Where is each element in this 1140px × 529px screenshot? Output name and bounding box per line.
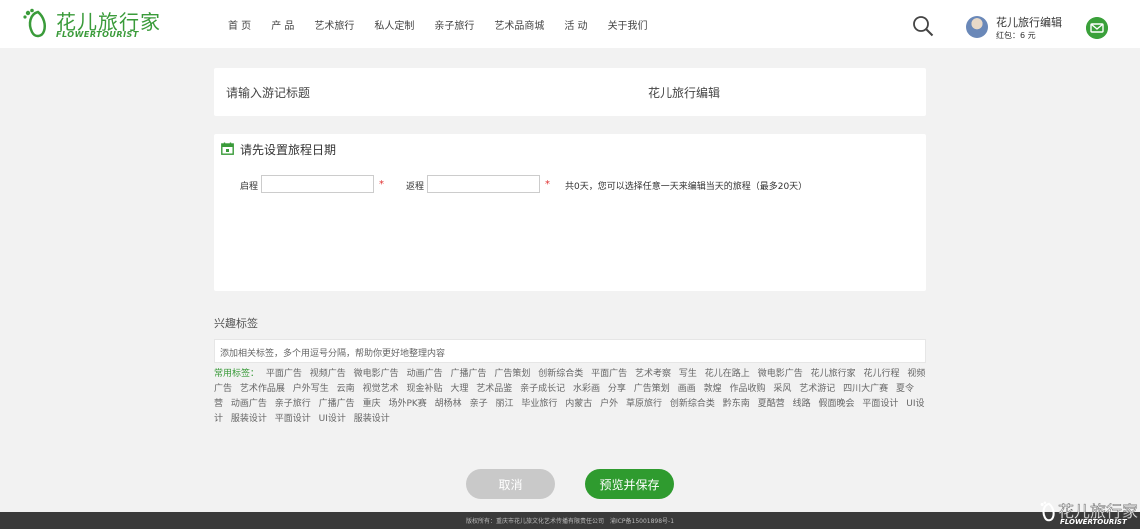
nav-about[interactable]: 关于我们: [608, 17, 648, 32]
common-tag[interactable]: 平面广告: [266, 369, 302, 379]
common-tag[interactable]: 草原旅行: [626, 399, 662, 409]
footer-footprint-icon: [1040, 501, 1055, 522]
nav-art-travel[interactable]: 艺术旅行: [314, 17, 354, 32]
main-nav: 首 页 产 品 艺术旅行 私人定制 亲子旅行 艺术品商城 活 动 关于我们: [228, 0, 668, 48]
footer: 版权所有：重庆市花儿旅文化艺术传播有限责任公司 渝ICP备15001898号-1: [0, 512, 1140, 529]
common-tag[interactable]: 云南: [337, 384, 355, 394]
search-icon[interactable]: [912, 15, 934, 37]
common-tag[interactable]: 作品收购: [729, 384, 765, 394]
common-tag[interactable]: 创新综合类: [670, 399, 715, 409]
common-tag[interactable]: 服装设计: [231, 414, 267, 424]
common-tag[interactable]: 场外PK赛: [388, 399, 426, 409]
nav-family-travel[interactable]: 亲子旅行: [434, 17, 474, 32]
nav-art-mall[interactable]: 艺术品商城: [494, 17, 544, 32]
footer-logo: 花儿旅行家 FLOWERTOURIST: [1036, 498, 1140, 529]
common-tag[interactable]: 户外: [600, 399, 618, 409]
avatar[interactable]: [966, 16, 988, 38]
return-required-mark: *: [545, 179, 550, 190]
common-tag[interactable]: 微电影广告: [758, 369, 803, 379]
return-date-label: 返程: [406, 182, 425, 192]
nav-events[interactable]: 活 动: [564, 17, 587, 32]
return-date-input[interactable]: [427, 175, 540, 193]
common-tag[interactable]: 艺术品鉴: [476, 384, 512, 394]
mail-icon[interactable]: [1086, 17, 1108, 39]
common-tag[interactable]: 服装设计: [354, 414, 390, 424]
common-tag[interactable]: 广告策划: [494, 369, 530, 379]
common-tag[interactable]: 亲子: [470, 399, 488, 409]
brand-logo[interactable]: 花儿旅行家 FLOWERTOURIST: [22, 6, 160, 42]
common-tag[interactable]: 动画广告: [231, 399, 267, 409]
common-tag[interactable]: 动画广告: [407, 369, 443, 379]
common-tag[interactable]: UI设计: [319, 414, 346, 424]
date-section-heading: 请先设置旅程日期: [240, 143, 337, 157]
common-tag[interactable]: 户外写生: [293, 384, 329, 394]
common-tags: 常用标签： 平面广告 视频广告 微电影广告 动画广告 广播广告 广告策划 创新综…: [214, 367, 926, 427]
common-tag[interactable]: 重庆: [363, 399, 381, 409]
author-name: 花儿旅行编辑: [648, 86, 721, 100]
nav-products[interactable]: 产 品: [271, 17, 294, 32]
nav-private-custom[interactable]: 私人定制: [374, 17, 414, 32]
common-tag[interactable]: 平面设计: [862, 399, 898, 409]
common-tag[interactable]: 假面晚会: [818, 399, 854, 409]
trip-days-note: 共0天，您可以选择任意一天来编辑当天的旅程（最多20天）: [565, 182, 808, 192]
common-tag[interactable]: 视觉艺术: [363, 384, 399, 394]
common-tag[interactable]: 花儿旅行家: [811, 369, 856, 379]
common-tag[interactable]: 平面设计: [275, 414, 311, 424]
red-packet-balance: 红包：6 元: [996, 31, 1036, 40]
common-tag[interactable]: 亲子旅行: [275, 399, 311, 409]
common-tag[interactable]: 艺术考察: [635, 369, 671, 379]
common-tag[interactable]: 现金补贴: [406, 384, 442, 394]
common-tag[interactable]: 广播广告: [450, 369, 486, 379]
date-card: 请先设置旅程日期 启程 * 返程 * 共0天，您可以选择任意一天来编辑当天的旅程…: [214, 134, 926, 291]
common-tag[interactable]: 艺术作品展: [240, 384, 285, 394]
common-tag[interactable]: 写生: [679, 369, 697, 379]
common-tag[interactable]: 广播广告: [319, 399, 355, 409]
common-tag[interactable]: 丽江: [495, 399, 513, 409]
start-date-label: 启程: [240, 182, 259, 192]
common-tag[interactable]: 四川大广赛: [843, 384, 888, 394]
common-tag[interactable]: 花儿在路上: [705, 369, 750, 379]
common-tag[interactable]: 敦煌: [704, 384, 722, 394]
nav-home[interactable]: 首 页: [228, 17, 251, 32]
tags-input[interactable]: 添加相关标签，多个用逗号分隔，帮助你更好地整理内容: [214, 339, 926, 363]
interest-tags-title: 兴趣标签: [214, 317, 258, 330]
common-tag[interactable]: 视频广告: [310, 369, 346, 379]
top-header: 花儿旅行家 FLOWERTOURIST 首 页 产 品 艺术旅行 私人定制 亲子…: [0, 0, 1140, 48]
calendar-icon: [221, 142, 234, 155]
common-tag[interactable]: 夏酷营: [758, 399, 785, 409]
common-tag[interactable]: 微电影广告: [354, 369, 399, 379]
start-required-mark: *: [379, 179, 384, 190]
common-tag[interactable]: 广告策划: [634, 384, 670, 394]
brand-name-en: FLOWERTOURIST: [56, 30, 139, 39]
common-tag[interactable]: 线路: [793, 399, 811, 409]
common-tag[interactable]: 画画: [678, 384, 696, 394]
footer-copyright: 版权所有：重庆市花儿旅文化艺术传播有限责任公司 渝ICP备15001898号-1: [465, 518, 675, 525]
common-tag[interactable]: 毕业旅行: [521, 399, 557, 409]
common-tag[interactable]: 分享: [608, 384, 626, 394]
common-tag[interactable]: 艺术游记: [799, 384, 835, 394]
cancel-button[interactable]: 取消: [466, 469, 555, 499]
common-tag[interactable]: 内蒙古: [565, 399, 592, 409]
common-tags-label: 常用标签：: [214, 369, 260, 379]
common-tag[interactable]: 平面广告: [591, 369, 627, 379]
start-date-input[interactable]: [261, 175, 374, 193]
footprint-logo-icon: [23, 8, 46, 38]
tags-input-placeholder: 添加相关标签，多个用逗号分隔，帮助你更好地整理内容: [220, 349, 446, 359]
footer-brand-en: FLOWERTOURIST: [1060, 518, 1127, 526]
common-tag[interactable]: 黔东南: [723, 399, 750, 409]
common-tag[interactable]: 花儿行程: [863, 369, 899, 379]
common-tag[interactable]: 胡杨林: [435, 399, 462, 409]
common-tag[interactable]: 采风: [773, 384, 791, 394]
travelogue-title-input[interactable]: 请输入游记标题: [226, 84, 310, 101]
user-name[interactable]: 花儿旅行编辑: [996, 14, 1062, 30]
common-tag[interactable]: 亲子成长记: [520, 384, 565, 394]
title-card: 请输入游记标题 花儿旅行编辑: [214, 68, 926, 116]
common-tag[interactable]: 创新综合类: [538, 369, 583, 379]
common-tag[interactable]: 水彩画: [573, 384, 600, 394]
common-tag[interactable]: 大理: [450, 384, 468, 394]
preview-save-button[interactable]: 预览并保存: [585, 469, 674, 499]
